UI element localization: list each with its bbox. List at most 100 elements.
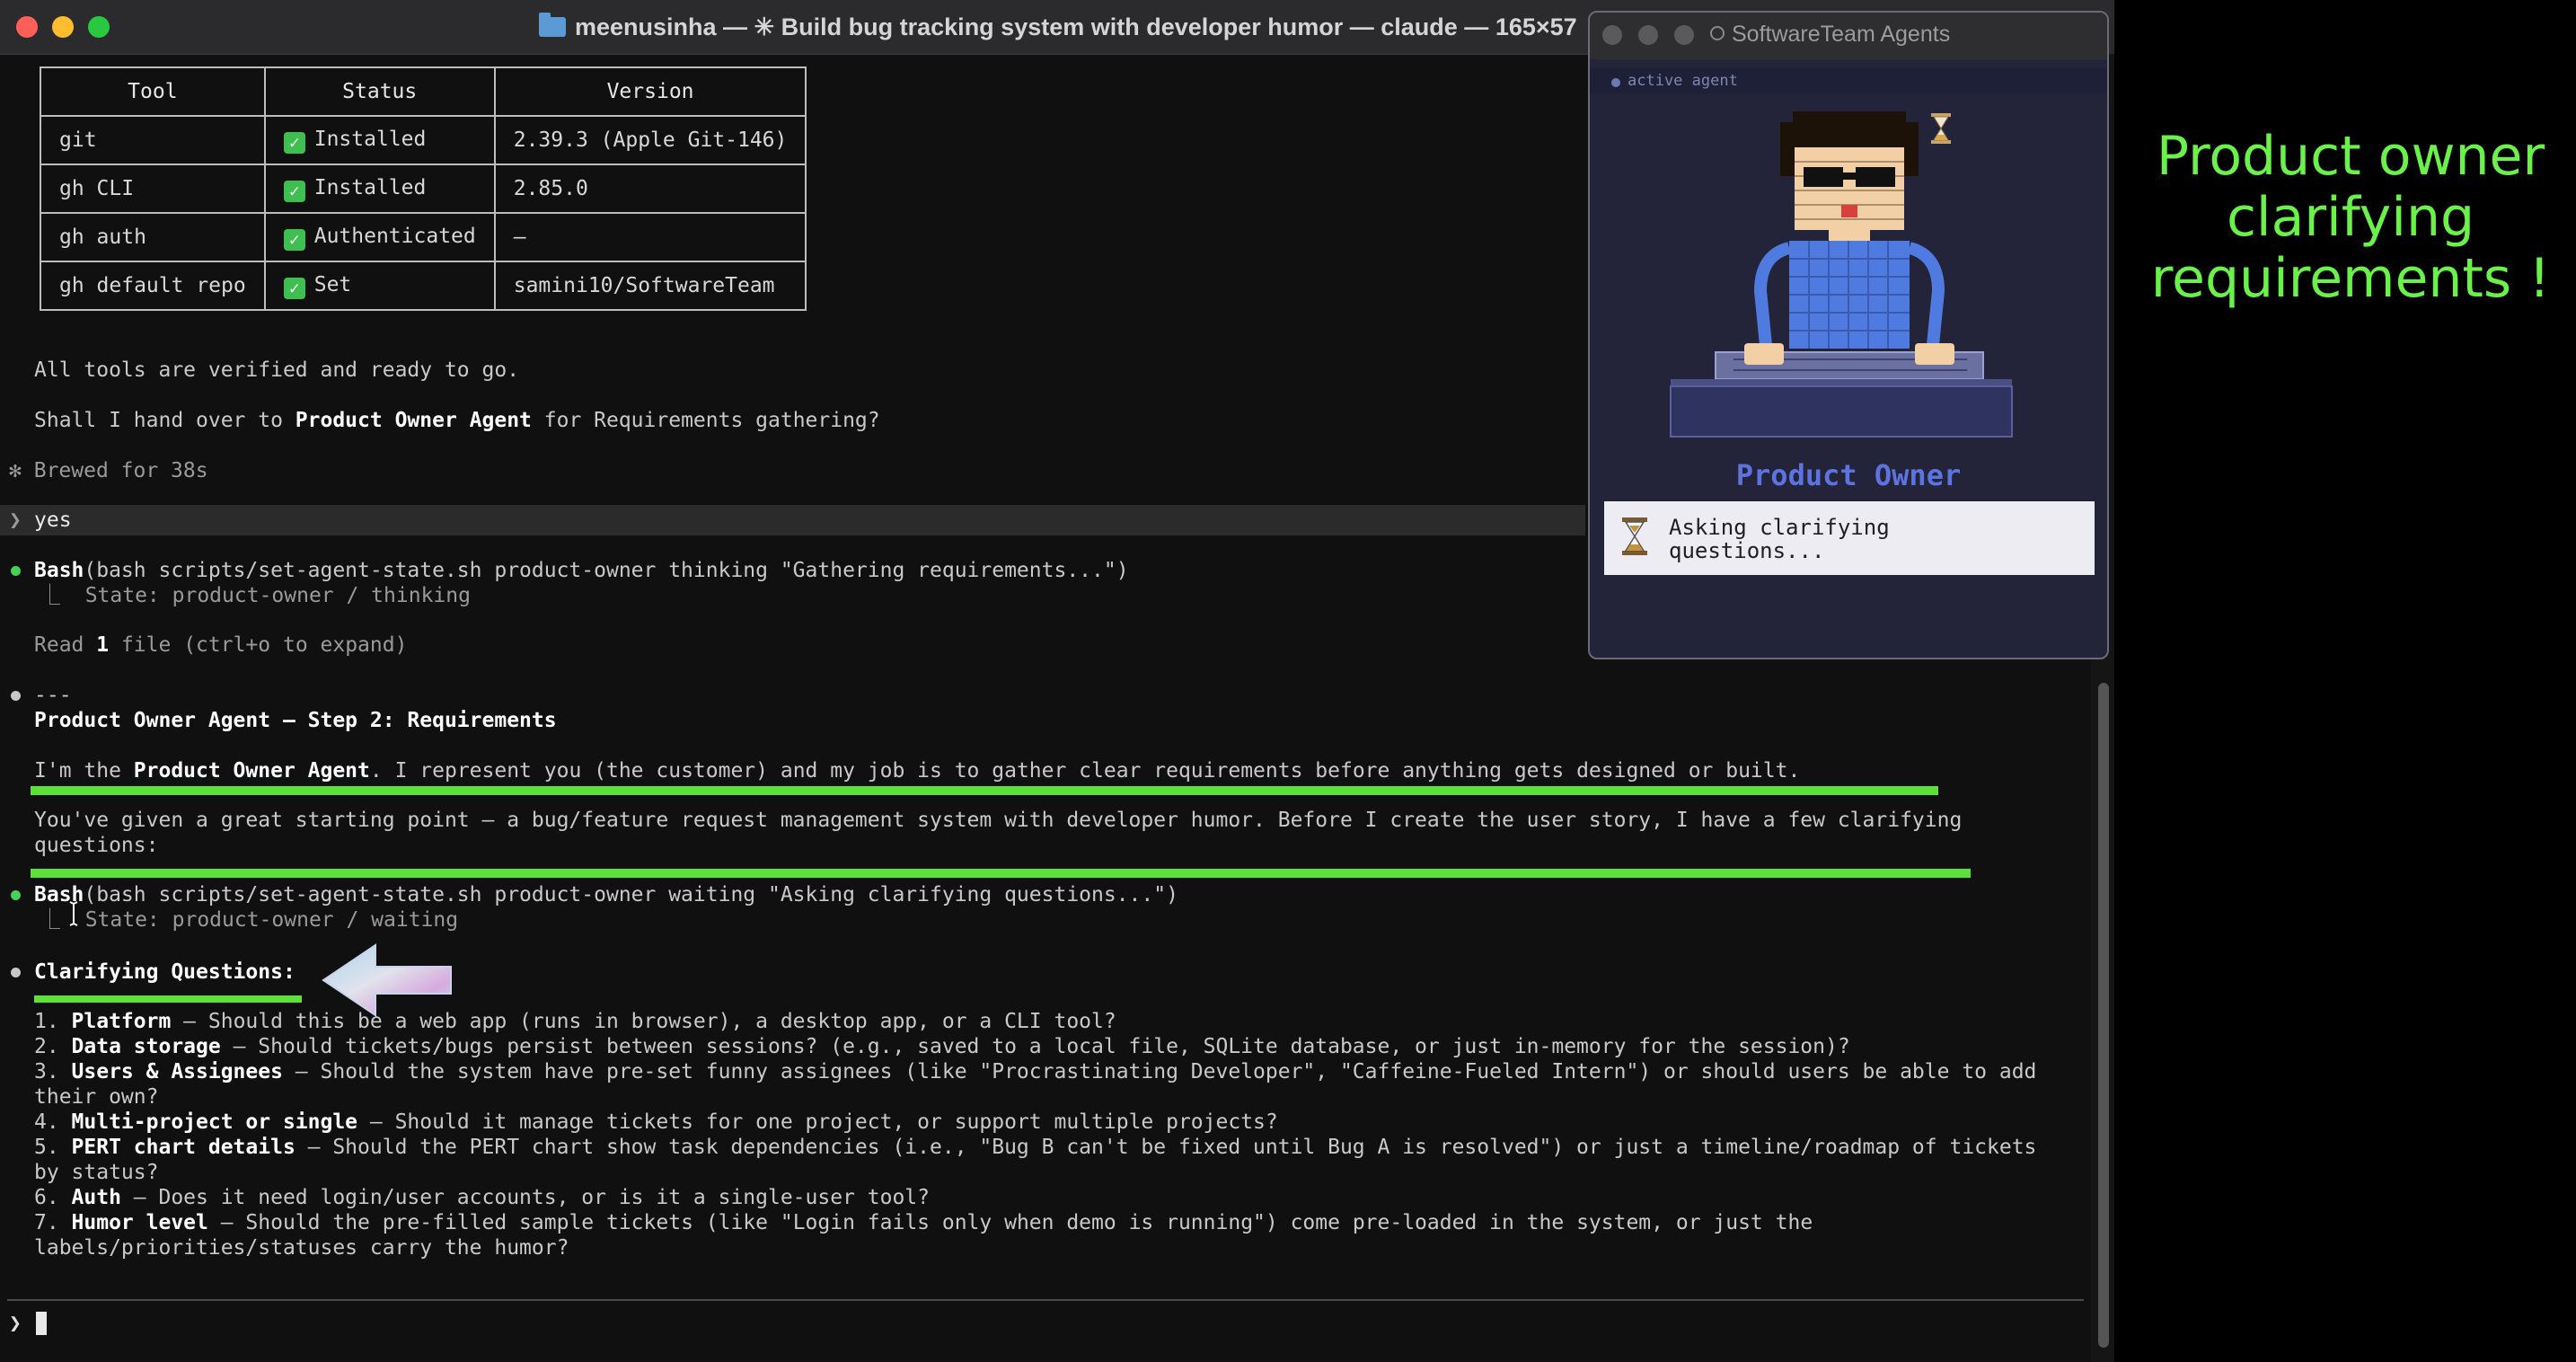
message-dot-icon	[11, 968, 21, 977]
bash-call-thinking: Bash(bash scripts/set-agent-state.sh pro…	[34, 558, 1129, 583]
status-cell: ✓ Installed	[263, 115, 496, 165]
bash-result-waiting: ⎿ State: product-owner / waiting	[40, 908, 459, 932]
highlight-underline	[31, 869, 1971, 878]
close-window-button[interactable]	[16, 16, 38, 38]
highlight-underline	[31, 786, 1938, 795]
version-cell: –	[493, 212, 807, 262]
agent-message-box: Asking clarifying questions...	[1604, 501, 2095, 575]
question-topic: Humor level	[71, 1211, 208, 1234]
question-number: 3.	[34, 1060, 72, 1083]
prompt-chevron-icon: ❯	[9, 509, 22, 532]
version-cell: samini10/SoftwareTeam	[493, 261, 807, 311]
agent-window: SoftwareTeam Agents active agent Product…	[1588, 11, 2109, 659]
tool-call-dot-icon	[11, 566, 21, 576]
message-dot-icon	[11, 691, 21, 701]
tool-call-dot-icon	[11, 890, 21, 900]
verified-message: All tools are verified and ready to go.	[34, 358, 520, 382]
scrollbar-thumb[interactable]	[2098, 683, 2109, 1348]
handover-text: Shall I hand over to	[34, 409, 296, 432]
question-text: — Does it need login/user accounts, or i…	[120, 1186, 931, 1209]
status-text: Installed	[313, 175, 427, 199]
table-row: gh auth ✓ Authenticated –	[40, 212, 807, 262]
handover-question: Shall I hand over to Product Owner Agent…	[34, 408, 880, 433]
caption-line: requirements !	[2150, 247, 2551, 310]
bash-command: (bash scripts/set-agent-state.sh product…	[84, 883, 1178, 907]
question-text: — Should tickets/bugs persist between se…	[220, 1035, 1850, 1058]
question-number: 7.	[34, 1211, 72, 1234]
tools-status-table: Tool Status Version git ✓ Installed 2.39.…	[40, 66, 807, 311]
table-header-row: Tool Status Version	[40, 66, 807, 117]
status-text: Installed	[313, 127, 427, 151]
horizontal-rule: ---	[34, 684, 72, 707]
minimize-window-button[interactable]	[52, 16, 74, 38]
read-count: 1	[96, 633, 110, 657]
list-item: 2. Data storage — Should tickets/bugs pe…	[34, 1034, 1850, 1059]
caption-line: Product owner	[2156, 125, 2545, 188]
brewed-status: ✻ Brewed for 38s	[9, 458, 208, 483]
list-item-continuation: their own?	[34, 1085, 159, 1109]
bash-label: Bash	[34, 559, 84, 582]
status-text: Set	[313, 272, 352, 296]
zoom-window-button[interactable]	[88, 16, 110, 38]
list-item: 3. Users & Assignees — Should the system…	[34, 1059, 2036, 1084]
prompt-chevron-icon: ❯	[9, 1312, 22, 1335]
tool-cell: gh auth	[40, 212, 266, 262]
question-number: 5.	[34, 1136, 72, 1159]
question-text: — Should it manage tickets for one proje…	[357, 1110, 1278, 1134]
version-cell: 2.85.0	[493, 164, 807, 214]
status-cell: ✓ Authenticated	[263, 212, 496, 262]
question-number: 4.	[34, 1110, 72, 1134]
highlight-underline	[34, 995, 302, 1003]
tool-cell: git	[40, 115, 266, 165]
column-header-tool: Tool	[40, 66, 266, 117]
overlay-caption: Product owner clarifying requirements !	[2130, 126, 2571, 309]
question-number: 6.	[34, 1186, 72, 1209]
check-icon: ✓	[283, 180, 305, 202]
bash-result-thinking: ⎿ State: product-owner / thinking	[40, 584, 471, 607]
folder-icon	[539, 13, 566, 37]
handover-text-end: for Requirements gathering?	[531, 409, 880, 432]
list-item: 4. Multi-project or single — Should it m…	[34, 1110, 1278, 1135]
question-topic: Auth	[71, 1186, 121, 1209]
list-item: 6. Auth — Does it need login/user accoun…	[34, 1185, 930, 1210]
check-icon: ✓	[283, 131, 305, 154]
input-divider	[7, 1299, 2084, 1301]
agent-message-text: Asking clarifying questions...	[1669, 515, 1890, 563]
question-topic: Platform	[71, 1010, 172, 1033]
left-arrow-icon	[322, 943, 452, 1017]
agent-role-title: Product Owner	[1735, 458, 1962, 492]
list-item-continuation: labels/priorities/statuses carry the hum…	[34, 1236, 569, 1260]
user-message-bar	[0, 505, 1585, 535]
list-item: 5. PERT chart details — Should the PERT …	[34, 1135, 2036, 1160]
asterisk-icon: ✻	[9, 459, 22, 482]
question-text: — Should the pre-filled sample tickets (…	[207, 1211, 1813, 1234]
prompt-input-cursor[interactable]	[36, 1312, 47, 1335]
version-cell: 2.39.3 (Apple Git-146)	[493, 115, 807, 165]
handover-agent-name: Product Owner Agent	[295, 409, 532, 432]
question-text: — Should this be a web app (runs in brow…	[171, 1010, 1116, 1033]
window-title: meenusinha — ✳ Build bug tracking system…	[575, 13, 1577, 40]
status-text: Authenticated	[313, 224, 476, 248]
intro-agent-name: Product Owner Agent	[133, 759, 370, 783]
question-number: 2.	[34, 1035, 72, 1058]
read-label: Read	[34, 633, 97, 657]
user-reply: yes	[34, 509, 72, 532]
status-cell: ✓ Installed	[263, 164, 496, 214]
starting-point-line-2: questions:	[34, 834, 159, 857]
tool-cell: gh CLI	[40, 164, 266, 214]
brewed-text: Brewed for 38s	[33, 459, 208, 482]
starting-point-line-1: You've given a great starting point — a …	[34, 809, 1963, 832]
table-row: gh default repo ✓ Set samini10/SoftwareTe…	[40, 261, 807, 311]
column-header-status: Status	[263, 66, 496, 117]
question-text: — Should the PERT chart show task depend…	[295, 1136, 2037, 1159]
agent-intro: I'm the Product Owner Agent. I represent…	[34, 758, 1800, 783]
bash-call-waiting: Bash(bash scripts/set-agent-state.sh pro…	[34, 882, 1178, 907]
hourglass-icon	[1622, 517, 1647, 555]
list-item: 1. Platform — Should this be a web app (…	[34, 1009, 1116, 1034]
read-file-line[interactable]: Read 1 file (ctrl+o to expand)	[34, 632, 407, 658]
question-topic: Users & Assignees	[71, 1060, 283, 1083]
list-item-continuation: by status?	[34, 1161, 159, 1184]
check-icon: ✓	[283, 277, 305, 299]
column-header-version: Version	[493, 66, 807, 117]
questions-heading: Clarifying Questions:	[34, 960, 296, 984]
